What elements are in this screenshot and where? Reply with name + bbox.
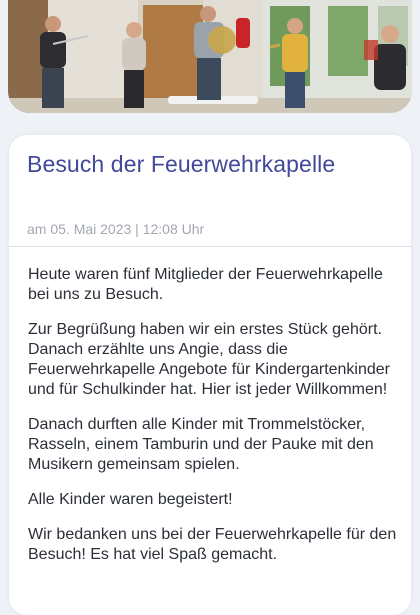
article-paragraph: Heute waren fünf Mitglieder der Feuerweh…	[28, 266, 383, 303]
hero-photo	[8, 0, 412, 113]
article-date: am 05. Mai 2023 | 12:08 Uhr	[27, 221, 205, 237]
article-paragraph: Danach durften alle Kinder mit Trommelst…	[28, 416, 374, 473]
article-card: Besuch der Feuerwehrkapelle am 05. Mai 2…	[9, 135, 411, 615]
article-paragraph: Wir bedanken uns bei der Feuerwehrkapell…	[28, 526, 397, 563]
article-body: Heute waren fünf Mitglieder der Feuerweh…	[28, 265, 400, 580]
article-paragraph: Zur Begrüßung haben wir ein erstes Stück…	[28, 321, 391, 398]
divider	[9, 246, 411, 247]
hero-photo-illustration	[8, 0, 412, 113]
article-title: Besuch der Feuerwehrkapelle	[27, 151, 336, 177]
article-paragraph: Alle Kinder waren begeistert!	[28, 491, 233, 508]
